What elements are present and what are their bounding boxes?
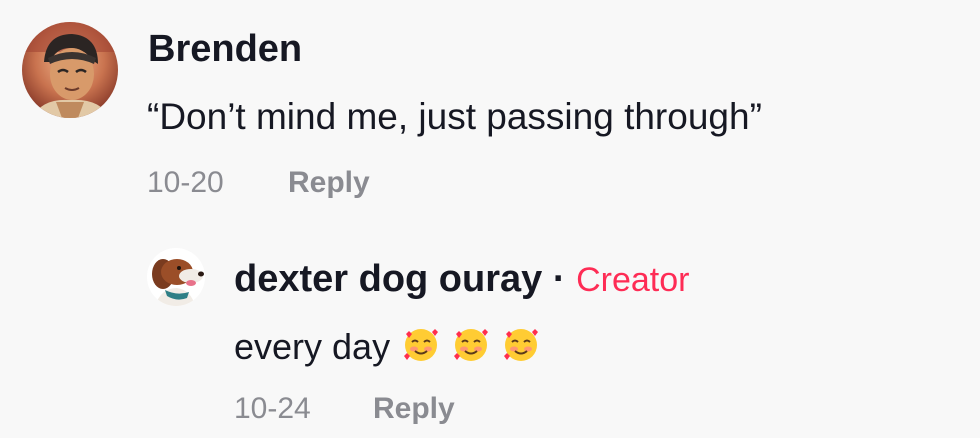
comment-text: “Don’t mind me, just passing through” xyxy=(147,96,762,137)
separator-dot: · xyxy=(552,258,566,300)
reply-header: dexter dog ouray · Creator xyxy=(234,258,689,301)
user-avatar-icon[interactable] xyxy=(22,22,118,118)
creator-badge: Creator xyxy=(576,261,690,299)
comment-reply-button[interactable]: Reply xyxy=(288,166,370,200)
reply-date: 10-24 xyxy=(234,392,311,425)
dog-avatar-icon[interactable] xyxy=(147,248,205,306)
reply-text: every day xyxy=(234,326,391,368)
reply-username[interactable]: dexter dog ouray xyxy=(234,258,542,300)
comment-date: 10-20 xyxy=(147,166,224,199)
reply-reply-button[interactable]: Reply xyxy=(373,392,455,426)
smiling-face-with-hearts-icon xyxy=(452,326,490,373)
emoji-group xyxy=(400,326,540,373)
reply-text-line: every day xyxy=(234,326,540,373)
comment-username[interactable]: Brenden xyxy=(148,28,302,71)
smiling-face-with-hearts-icon xyxy=(502,326,540,373)
smiling-face-with-hearts-icon xyxy=(402,326,440,373)
